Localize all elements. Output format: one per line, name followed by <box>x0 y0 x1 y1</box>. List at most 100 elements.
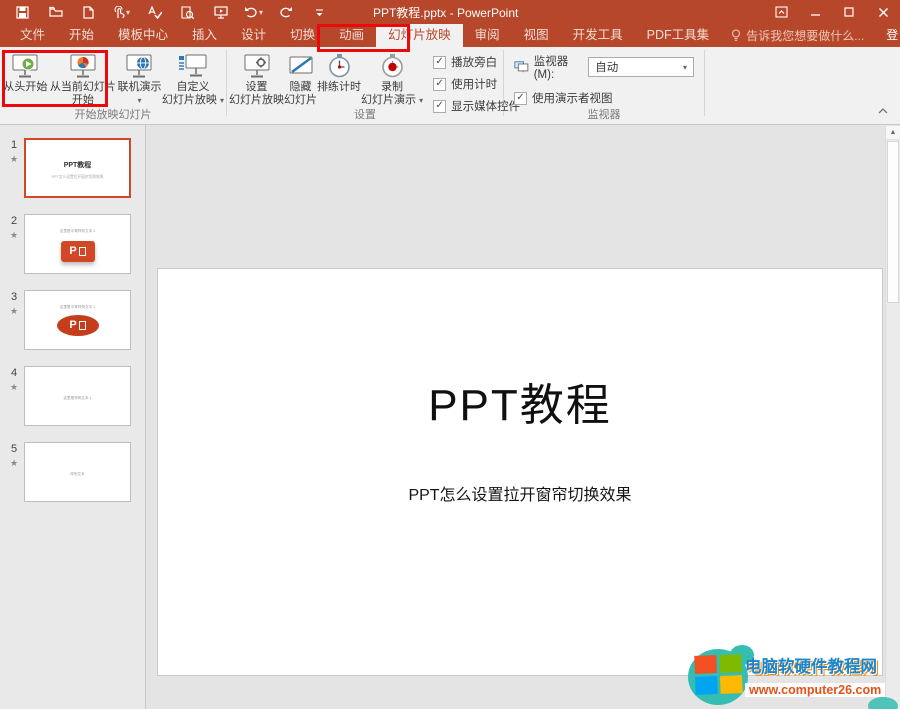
hide-slide-button[interactable]: 隐藏 幻灯片 <box>284 49 317 109</box>
chevron-down-icon: ▾ <box>125 7 130 17</box>
minimize-icon[interactable] <box>798 0 832 24</box>
tab-developer[interactable]: 开发工具 <box>561 24 635 47</box>
slide-number: 1 <box>10 139 18 151</box>
print-preview-icon[interactable] <box>171 0 204 24</box>
thumbnail-item-2[interactable]: 2 ★ 这里是中等样例文本 1 P <box>4 214 145 274</box>
slide-thumbnail[interactable]: 这里是样例文本 1 <box>24 366 131 426</box>
touch-mode-icon[interactable]: ▾ <box>105 0 138 24</box>
slide-title[interactable]: PPT教程 <box>158 369 882 433</box>
ribbon-display-options-icon[interactable] <box>764 0 798 24</box>
custom-slideshow-icon <box>178 53 208 81</box>
watermark-url: www.computer26.com <box>745 683 886 697</box>
powerpoint-logo: P <box>60 241 95 262</box>
redo-icon[interactable] <box>270 0 303 24</box>
animation-star-icon[interactable]: ★ <box>10 154 18 165</box>
group-label-setup: 设置 <box>354 109 376 121</box>
save-icon[interactable] <box>6 0 39 24</box>
ribbon-tabs: 文件 开始 模板中心 插入 设计 切换 动画 幻灯片放映 审阅 视图 开发工具 … <box>0 24 900 65</box>
tab-review[interactable]: 审阅 <box>463 24 512 47</box>
tell-me-placeholder: 告诉我您想要做什么... <box>746 29 865 43</box>
group-label-monitors: 监视器 <box>587 109 621 121</box>
customize-qat-icon[interactable] <box>303 0 336 24</box>
slide-subtitle[interactable]: PPT怎么设置拉开窗帘切换效果 <box>158 481 882 505</box>
window-title: PPT教程.pptx - PowerPoint <box>372 5 519 20</box>
scrollbar-thumb[interactable] <box>887 141 899 303</box>
tab-insert[interactable]: 插入 <box>180 24 229 47</box>
animation-star-icon[interactable]: ★ <box>10 306 18 317</box>
slide-editor-area: PPT教程 PPT怎么设置拉开窗帘切换效果 ▲ <box>146 125 900 709</box>
slide-thumbnail[interactable]: 这里是中等样例文本 1 P <box>24 214 131 274</box>
setup-slideshow-icon <box>242 53 272 81</box>
animation-star-icon[interactable]: ★ <box>10 230 18 241</box>
watermark-site-name: 电脑软硬件教程网 <box>745 658 877 676</box>
group-monitors: 监视器(M): 自动 ▾ ✓ 使用演示者视图 监视器 <box>504 47 704 124</box>
open-icon[interactable] <box>39 0 72 24</box>
chevron-down-icon: ▾ <box>258 7 263 17</box>
tab-transitions[interactable]: 切换 <box>278 24 327 47</box>
slide-number: 2 <box>10 215 18 227</box>
setup-slideshow-button[interactable]: 设置 幻灯片放映 <box>229 49 284 109</box>
hide-slide-icon <box>286 53 316 81</box>
monitor-select[interactable]: 自动 ▾ <box>588 57 694 77</box>
thumbnail-item-1[interactable]: 1 ★ PPT教程 PPT怎么设置拉开窗帘切换效果 <box>4 138 145 198</box>
tab-template-center[interactable]: 模板中心 <box>106 24 180 47</box>
record-slideshow-icon <box>379 53 406 81</box>
slide-canvas[interactable]: PPT教程 PPT怎么设置拉开窗帘切换效果 <box>157 268 883 676</box>
quick-access-toolbar: ▾ ▾ <box>0 0 336 24</box>
title-bar: ▾ ▾ PPT教程.pptx - PowerPoint <box>0 0 900 24</box>
chevron-down-icon: ▾ <box>219 96 224 105</box>
checkmark-icon: ✓ <box>516 92 525 103</box>
group-setup: 设置 幻灯片放映 隐藏 幻灯片 排练计时 录制 幻灯片演示 ▾ ✓ 播放旁白 ✓… <box>227 47 520 124</box>
from-current-slide-icon <box>68 53 98 81</box>
slide-thumbnail-panel: 1 ★ PPT教程 PPT怎么设置拉开窗帘切换效果 2 ★ 这里是中等样例文本 … <box>0 125 146 709</box>
animation-star-icon[interactable]: ★ <box>10 458 18 469</box>
custom-slideshow-button[interactable]: 自定义 幻灯片放映 ▾ <box>162 49 224 109</box>
slideshow-icon[interactable] <box>204 0 237 24</box>
undo-icon[interactable]: ▾ <box>237 0 270 24</box>
present-online-icon <box>124 53 154 81</box>
slide-number: 5 <box>10 443 18 455</box>
windows-flag-icon <box>694 654 743 696</box>
from-beginning-icon <box>10 53 40 81</box>
scroll-up-icon[interactable]: ▲ <box>886 126 900 140</box>
slide-thumbnail[interactable]: 样例文本 <box>24 442 131 502</box>
sign-in-button[interactable]: 登录 <box>874 24 900 65</box>
from-current-slide-button[interactable]: 从当前幻灯片 开始 <box>49 49 117 109</box>
presenter-view-checkbox[interactable]: ✓ 使用演示者视图 <box>514 90 694 106</box>
monitors-icon <box>514 61 529 73</box>
close-icon[interactable] <box>866 0 900 24</box>
thumbnail-item-4[interactable]: 4 ★ 这里是样例文本 1 <box>4 366 145 426</box>
maximize-icon[interactable] <box>832 0 866 24</box>
lightbulb-icon <box>732 29 741 41</box>
spellcheck-icon[interactable] <box>138 0 171 24</box>
tab-file[interactable]: 文件 <box>8 24 57 47</box>
slide-number: 4 <box>10 367 18 379</box>
rehearse-timings-button[interactable]: 排练计时 <box>317 49 361 109</box>
rehearse-timings-icon <box>326 53 353 81</box>
slide-number: 3 <box>10 291 18 303</box>
vertical-scrollbar[interactable]: ▲ <box>885 126 900 709</box>
animation-star-icon[interactable]: ★ <box>10 382 18 393</box>
tell-me-box[interactable]: 告诉我您想要做什么... <box>721 24 874 47</box>
thumbnail-item-3[interactable]: 3 ★ 这里是中等样例文本 1 P <box>4 290 145 350</box>
group-label-start-slideshow: 开始放映幻灯片 <box>74 109 152 121</box>
tab-design[interactable]: 设计 <box>229 24 278 47</box>
collapse-ribbon-icon[interactable] <box>878 101 888 119</box>
ribbon: 从头开始 从当前幻灯片 开始 联机演示 ▾ 自定义 幻灯片放映 ▾ 开始放映幻灯… <box>0 47 900 125</box>
powerpoint-window: ▾ ▾ PPT教程.pptx - PowerPoint 文件 开始 模板中心 插… <box>0 0 900 709</box>
group-divider <box>704 50 705 116</box>
site-watermark: 电脑软硬件教程网 www.computer26.com <box>688 645 900 709</box>
chevron-down-icon: ▾ <box>137 96 142 105</box>
present-online-button[interactable]: 联机演示 ▾ <box>117 49 162 109</box>
new-file-icon[interactable] <box>72 0 105 24</box>
slide-thumbnail[interactable]: PPT教程 PPT怎么设置拉开窗帘切换效果 <box>24 138 131 198</box>
slide-thumbnail[interactable]: 这里是中等样例文本 1 P <box>24 290 131 350</box>
tab-slideshow[interactable]: 幻灯片放映 <box>376 24 463 47</box>
tab-pdf-tools[interactable]: PDF工具集 <box>635 24 722 47</box>
record-slideshow-button[interactable]: 录制 幻灯片演示 ▾ <box>361 49 423 109</box>
tab-animations[interactable]: 动画 <box>327 24 376 47</box>
thumbnail-item-5[interactable]: 5 ★ 样例文本 <box>4 442 145 502</box>
tab-view[interactable]: 视图 <box>512 24 561 47</box>
tab-home[interactable]: 开始 <box>57 24 106 47</box>
from-beginning-button[interactable]: 从头开始 <box>2 49 49 109</box>
